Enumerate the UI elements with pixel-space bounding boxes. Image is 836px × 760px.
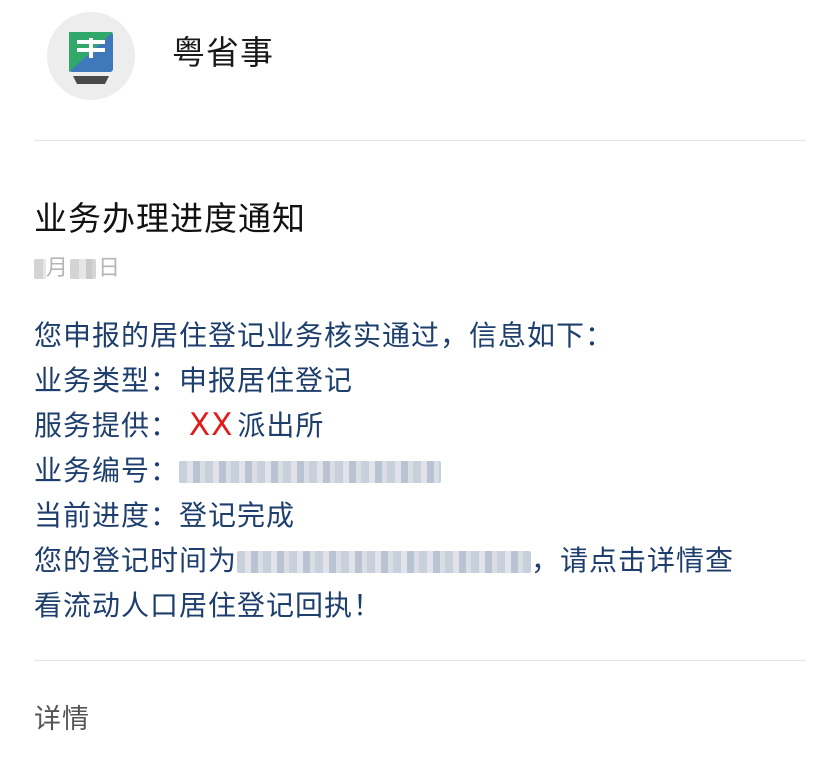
service-label: 服务提供： [34, 409, 180, 442]
blurred-time [237, 551, 532, 573]
time-prefix: 您的登记时间为 [34, 544, 238, 577]
progress-label: 当前进度： [34, 499, 180, 532]
business-type-value: 申报居住登记 [179, 364, 354, 397]
app-header: 粤省事 [0, 0, 836, 140]
footer-divider [34, 660, 806, 661]
detail-link[interactable]: 详情 [34, 700, 90, 740]
business-no-label: 业务编号： [34, 454, 180, 487]
intro-line: 您申报的居住登记业务核实通过，信息如下： [34, 319, 615, 352]
business-no-line: 业务编号： [34, 448, 814, 493]
service-line: 服务提供： XX 派出所 [34, 403, 814, 448]
progress-line: 当前进度：登记完成 [34, 493, 814, 538]
blurred-business-no [179, 461, 442, 483]
blurred-day [70, 259, 97, 279]
service-highlight: XX [188, 407, 234, 443]
header-divider [34, 140, 806, 141]
blurred-month [34, 259, 46, 279]
yue-logo-icon [69, 32, 113, 84]
message-body: 您申报的居住登记业务核实通过，信息如下： 业务类型：申报居住登记 服务提供： X… [34, 313, 814, 628]
date-month-char: 月 [46, 256, 69, 281]
time-suffix: ，请点击详情查 [531, 544, 735, 577]
time-line: 您的登记时间为 ，请点击详情查 [34, 538, 814, 583]
app-name: 粤省事 [172, 33, 274, 72]
message-date: 月日 [34, 254, 120, 284]
business-type-line: 业务类型：申报居住登记 [34, 358, 814, 403]
date-day-char: 日 [98, 256, 121, 281]
app-logo[interactable] [47, 12, 135, 100]
message-title: 业务办理进度通知 [34, 199, 306, 238]
business-type-label: 业务类型： [34, 364, 180, 397]
service-value: 派出所 [237, 409, 325, 442]
progress-value: 登记完成 [179, 499, 296, 532]
closing-line: 看流动人口居住登记回执！ [34, 589, 383, 622]
